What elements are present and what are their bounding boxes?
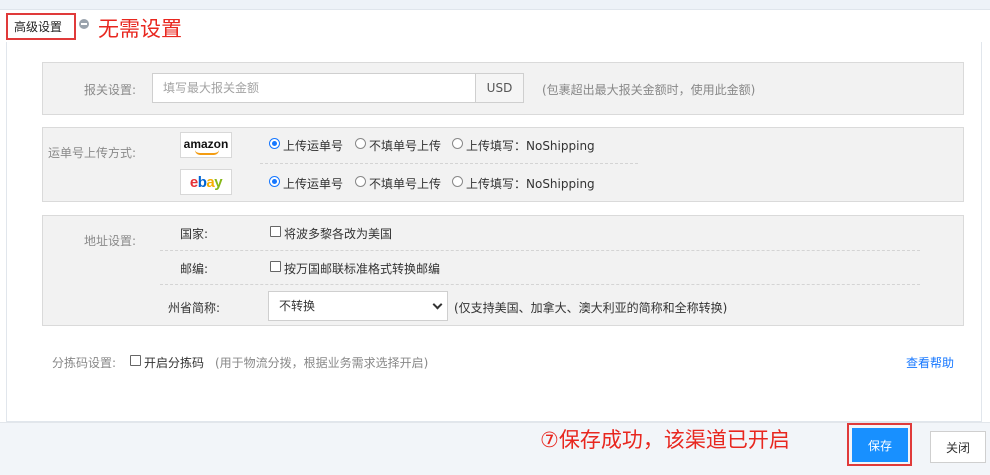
country-label: 国家: xyxy=(180,227,209,241)
amazon-logo-text: amazon xyxy=(183,137,229,151)
tab-annotation: 无需设置 xyxy=(98,17,182,41)
amazon-upload-tracking-radio[interactable] xyxy=(269,138,280,149)
customs-hint: (包裹超出最大报关金额时，使用此金额) xyxy=(542,83,756,97)
ebay-logo: ebay xyxy=(180,169,232,195)
state-abbr-hint: (仅支持美国、加拿大、澳大利亚的简称和全称转换) xyxy=(454,301,728,315)
ebay-letter: y xyxy=(214,174,223,191)
zip-label: 邮编: xyxy=(180,262,209,276)
state-abbr-select[interactable]: 不转换 xyxy=(268,291,448,321)
ebay-option-label: 上传运单号 xyxy=(283,177,344,191)
ebay-option-label: 不填单号上传 xyxy=(369,177,442,191)
max-declare-amount-input[interactable] xyxy=(152,73,476,103)
amazon-option-label: 不填单号上传 xyxy=(369,139,442,153)
customs-label: 报关设置: xyxy=(83,83,136,97)
footer-bar xyxy=(0,422,990,475)
amazon-noshipping-radio[interactable] xyxy=(452,138,463,149)
divider xyxy=(160,284,920,285)
amazon-no-tracking-radio[interactable] xyxy=(355,138,366,149)
sorting-checkbox-label: 开启分拣码 xyxy=(144,356,205,370)
ebay-option-label: 上传填写：NoShipping xyxy=(466,177,595,191)
state-abbr-value: 不转换 xyxy=(279,299,316,313)
zip-format-label: 按万国邮联标准格式转换邮编 xyxy=(284,262,441,276)
zip-format-checkbox[interactable] xyxy=(270,261,281,272)
close-button[interactable]: 关闭 xyxy=(930,431,986,463)
ebay-upload-tracking-radio[interactable] xyxy=(269,176,280,187)
ebay-no-tracking-radio[interactable] xyxy=(355,176,366,187)
tracking-label: 运单号上传方式: xyxy=(47,146,136,160)
sorting-label: 分拣码设置: xyxy=(52,356,117,370)
amazon-option-label: 上传运单号 xyxy=(283,139,344,153)
amazon-smile-icon xyxy=(195,150,219,155)
country-convert-checkbox[interactable] xyxy=(270,226,281,237)
ebay-noshipping-radio[interactable] xyxy=(452,176,463,187)
collapse-icon[interactable] xyxy=(79,19,89,29)
address-label: 地址设置: xyxy=(83,234,136,248)
ebay-letter: e xyxy=(189,174,198,191)
tab-advanced-settings[interactable]: 高级设置 xyxy=(14,18,62,35)
save-button[interactable]: 保存 xyxy=(852,428,908,462)
sorting-code-checkbox[interactable] xyxy=(130,355,141,366)
currency-addon: USD xyxy=(476,73,524,103)
top-bar xyxy=(0,0,990,10)
save-annotation: ⑦保存成功，该渠道已开启 xyxy=(540,428,790,452)
divider xyxy=(260,163,638,164)
sorting-hint: (用于物流分拨，根据业务需求选择开启) xyxy=(215,356,429,370)
amazon-option-label: 上传填写：NoShipping xyxy=(466,139,595,153)
divider xyxy=(160,250,920,251)
state-abbr-label: 州省简称: xyxy=(168,301,221,315)
amazon-logo: amazon xyxy=(180,132,232,158)
view-help-link[interactable]: 查看帮助 xyxy=(906,354,954,371)
country-convert-label: 将波多黎各改为美国 xyxy=(284,227,393,241)
